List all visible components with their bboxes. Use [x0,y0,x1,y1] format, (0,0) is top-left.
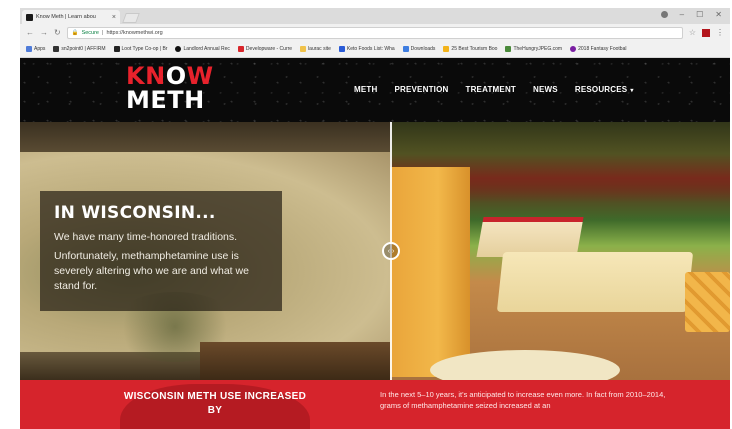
comparison-handle-icon[interactable]: ‹ › [382,242,400,260]
stats-paragraph: In the next 5–10 years, it's anticipated… [380,390,666,410]
bookmark-label: Apps [34,46,46,52]
profile-icon[interactable] [660,11,668,18]
maximize-button[interactable]: ☐ [696,10,703,19]
hero-text-overlay: IN WISCONSIN... We have many time-honore… [40,191,282,311]
reload-icon[interactable]: ↻ [54,28,61,37]
close-window-button[interactable]: ✕ [715,10,722,19]
bookmark-item[interactable]: Keto Foods List: Wha [338,46,395,52]
hero-comparison-slider[interactable]: ‹ › IN WISCONSIN... We have many time-ho… [20,122,730,380]
site-logo[interactable]: KNOW METH [126,64,214,112]
bookmark-label: sn2point0 | AFFIRM [61,46,106,52]
browser-chrome: Know Meth | Learn abou × – ☐ ✕ ← → ↻ 🔒 S… [20,8,730,58]
bookmark-label: Downloads [410,46,436,52]
bookmark-item[interactable]: Developware - Curre [237,46,293,52]
bookmarks-bar: Apps sn2point0 | AFFIRM Loot Type Co-op … [20,41,730,57]
nav-news[interactable]: NEWS [533,85,558,94]
url-separator: | [102,29,104,36]
bookmark-star-icon[interactable]: ☆ [689,28,696,37]
lock-icon: 🔒 [71,29,79,36]
cheese-slab [496,252,694,312]
apps-grid-icon [26,46,32,52]
bookmark-item[interactable]: Loot Type Co-op | Br [113,46,168,52]
bookmark-site-icon [570,46,577,52]
folder-icon [300,46,307,52]
bookmark-item[interactable]: 25 Best Tourism Boo [443,46,497,52]
stats-section: WISCONSIN METH USE INCREASED BY In the n… [20,380,730,429]
bookmark-item[interactable]: TheHungryJPEG.com [505,46,562,52]
address-bar-row: ← → ↻ 🔒 Secure | https://knowmethwi.org … [20,24,730,41]
bookmark-label: 25 Best Tourism Boo [451,46,498,52]
hero-paragraph-1: We have many time-honored traditions. [54,231,238,243]
cheese-cubes [685,272,730,332]
bookmark-item[interactable]: sn2point0 | AFFIRM [53,46,106,52]
bookmark-site-icon [113,46,120,52]
main-nav: METH PREVENTION TREATMENT NEWS RESOURCES… [354,85,634,94]
extension-icon[interactable] [702,28,710,37]
url-text: https://knowmethwi.org [106,29,163,36]
site-header: KNOW METH METH PREVENTION TREATMENT NEWS… [20,58,730,122]
site-favicon-icon [26,13,33,21]
bookmark-site-icon [53,46,60,52]
stats-heading: WISCONSIN METH USE INCREASED BY [123,391,307,416]
nav-resources[interactable]: RESOURCES ▾ [575,85,634,94]
bookmark-label: Loot Type Co-op | Br [121,46,168,52]
bookmark-site-icon [237,46,244,52]
nav-resources-label: RESOURCES [574,85,628,94]
minimize-button[interactable]: – [680,10,684,19]
bookmark-label: Keto Foods List: Wha [346,46,395,52]
hero-title: IN WISCONSIN... [54,203,216,223]
tab-close-icon[interactable]: × [112,14,116,21]
logo-line-meth: METH [126,86,205,114]
tab-strip: Know Meth | Learn abou × – ☐ ✕ [20,8,730,24]
nav-meth[interactable]: METH [354,85,377,94]
bookmark-item[interactable]: laurac site [300,46,331,52]
bookmark-item[interactable]: 2018 Fantasy Footbal [570,46,626,52]
website-viewport: KNOW METH METH PREVENTION TREATMENT NEWS… [20,58,730,429]
new-tab-button[interactable] [122,13,140,23]
bookmark-site-icon [338,46,345,52]
bookmark-label: laurac site [308,46,331,52]
browser-tab[interactable]: Know Meth | Learn abou × [22,10,120,24]
nav-prevention[interactable]: PREVENTION [394,85,448,94]
bookmark-label: TheHungryJPEG.com [513,46,563,52]
download-icon [402,46,409,52]
bookmark-site-icon [505,46,512,52]
hero-paragraph-2: Unfortunately, methamphetamine use is se… [54,250,249,292]
window-controls: – ☐ ✕ [660,10,722,19]
forward-icon[interactable]: → [40,28,48,37]
bookmark-item[interactable]: Downloads [402,46,436,52]
cutting-board-left [200,342,390,380]
secure-label: Secure [81,29,99,36]
browser-menu-icon[interactable]: ⋮ [716,28,724,37]
cheese-wedge [476,217,584,257]
bookmark-item[interactable]: Landlord Annual Rec [175,46,230,52]
bookmark-item[interactable]: Apps [26,46,45,52]
nav-treatment[interactable]: TREATMENT [465,85,516,94]
address-input[interactable]: 🔒 Secure | https://knowmethwi.org [66,26,683,39]
bookmark-label: Developware - Curre [245,46,293,52]
hero-image-fresh-cheese [390,122,730,380]
logo-line-know: KNOW [126,64,214,88]
back-icon[interactable]: ← [26,28,34,37]
bookmark-label: Landlord Annual Rec [183,46,230,52]
bookmark-site-icon [443,46,450,52]
chevron-down-icon: ▾ [630,88,634,94]
bookmark-label: 2018 Fantasy Footbal [578,46,627,52]
bookmark-site-icon [175,46,182,52]
tab-title: Know Meth | Learn abou [36,14,96,20]
cheddar-block [390,167,470,377]
